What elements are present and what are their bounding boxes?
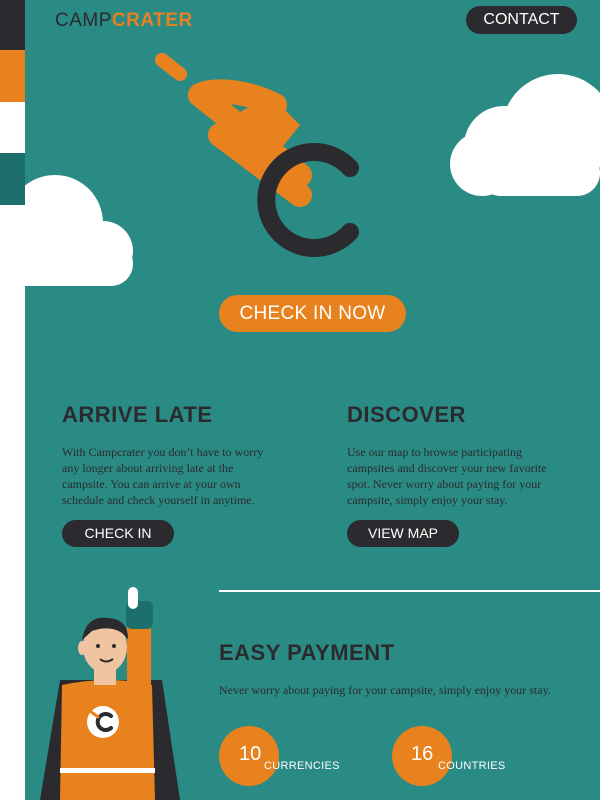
stat-label-countries: COUNTRIES xyxy=(438,760,506,772)
check-in-button[interactable]: CHECK IN xyxy=(62,520,174,547)
rail-block-teal xyxy=(0,153,25,205)
rail-block-dark xyxy=(0,0,25,50)
feature-title-arrive-late: ARRIVE LATE xyxy=(62,402,213,427)
superhero-mascot-icon xyxy=(40,587,180,800)
logo-camp-text: CAMP xyxy=(55,10,112,31)
left-rail xyxy=(0,0,25,800)
rail-block-orange xyxy=(0,50,25,102)
feature-text-discover: Use our map to browse participating camp… xyxy=(347,445,547,507)
feature-text-arrive-late: With Campcrater you don’t have to worry … xyxy=(62,445,264,507)
brand-logo[interactable]: CAMPCRATER xyxy=(55,10,193,32)
section-divider xyxy=(219,590,600,592)
cloud-left-icon xyxy=(25,175,133,286)
stat-value-currencies: 10 xyxy=(239,743,262,765)
view-map-button[interactable]: VIEW MAP xyxy=(347,520,459,547)
payment-title: EASY PAYMENT xyxy=(219,640,395,665)
cloud-right-icon xyxy=(450,74,600,196)
meteor-c-logo-icon xyxy=(155,53,359,257)
stat-value-countries: 16 xyxy=(411,743,434,765)
check-in-now-button[interactable]: CHECK IN NOW xyxy=(219,295,406,332)
logo-crater-text: CRATER xyxy=(111,10,193,31)
payment-text: Never worry about paying for your campsi… xyxy=(219,683,551,697)
contact-button[interactable]: CONTACT xyxy=(466,6,577,34)
stat-label-currencies: CURRENCIES xyxy=(264,760,340,772)
feature-title-discover: DISCOVER xyxy=(347,402,466,427)
